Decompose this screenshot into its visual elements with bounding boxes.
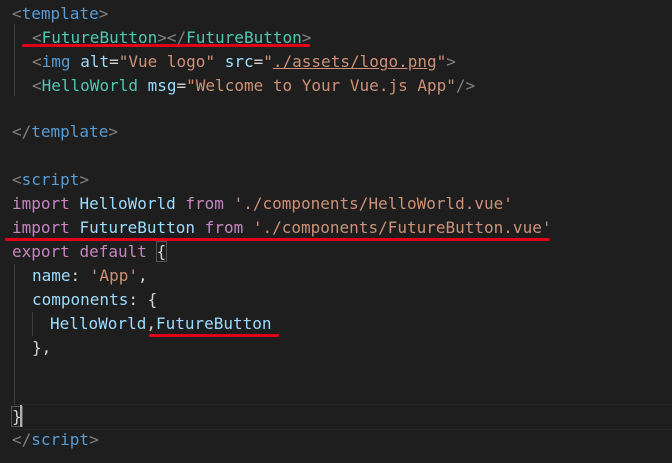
keyword-import: import xyxy=(12,194,70,213)
tag-bracket: > xyxy=(108,122,118,141)
code-line-12: name: 'App', xyxy=(0,264,672,288)
code-line-14: HelloWorld,FutureButton xyxy=(0,312,672,336)
annotation-underline xyxy=(5,238,550,241)
string-quote: " xyxy=(263,52,273,71)
colon: : xyxy=(70,266,90,285)
tag-name: template xyxy=(21,4,99,23)
tag-bracket: < xyxy=(32,76,42,95)
component-tag: HelloWorld xyxy=(41,76,138,95)
code-area[interactable]: <template> <FutureButton></FutureButton>… xyxy=(0,0,672,463)
equals: = xyxy=(109,52,119,71)
tag-bracket: /> xyxy=(455,76,476,95)
code-line-19: </script> xyxy=(0,428,672,452)
text-caret xyxy=(20,405,22,427)
code-line-6: </template> xyxy=(0,120,672,144)
close-brace: }, xyxy=(32,338,52,357)
string-value: 'App' xyxy=(89,266,138,285)
tag-name: template xyxy=(31,122,109,141)
attribute-name: alt xyxy=(80,52,110,71)
code-line-18: } xyxy=(0,405,672,429)
keyword-import: import xyxy=(12,218,70,237)
keyword-from: from xyxy=(204,218,244,237)
tag-bracket: </ xyxy=(12,122,32,141)
string-value: "Vue logo" xyxy=(118,52,216,71)
open-brace: { xyxy=(155,241,168,262)
comma: , xyxy=(146,314,156,333)
code-line-3: <img alt="Vue logo" src="./assets/logo.p… xyxy=(0,50,672,74)
annotation-underline xyxy=(149,334,279,337)
tag-bracket: > xyxy=(89,430,99,449)
property-key: components xyxy=(32,290,129,309)
tag-bracket: > xyxy=(98,4,109,23)
tag-bracket: < xyxy=(12,4,22,23)
annotation-underline xyxy=(22,44,310,47)
code-editor[interactable]: <template> <FutureButton></FutureButton>… xyxy=(0,0,672,463)
keyword-default: default xyxy=(79,242,147,261)
attribute-name: msg xyxy=(147,76,177,95)
property-key: name xyxy=(32,266,71,285)
tag-name: script xyxy=(31,430,90,449)
tag-name: img xyxy=(41,52,71,71)
keyword-export: export xyxy=(12,242,70,261)
colon: : xyxy=(128,290,148,309)
string-value: "Welcome to Your Vue.js App" xyxy=(186,76,456,95)
identifier: HelloWorld xyxy=(50,314,147,333)
code-line-10: import FutureButton from './components/F… xyxy=(0,216,672,240)
tag-bracket: > xyxy=(79,170,90,189)
tag-bracket: </ xyxy=(12,430,32,449)
identifier: FutureButton xyxy=(79,218,196,237)
equals: = xyxy=(253,52,264,71)
code-line-11: export default { xyxy=(0,240,672,264)
code-line-9: import HelloWorld from './components/Hel… xyxy=(0,192,672,216)
comma: , xyxy=(137,266,148,285)
string-link[interactable]: ./assets/logo.png xyxy=(273,52,437,71)
equals: = xyxy=(176,76,187,95)
tag-bracket: < xyxy=(12,170,22,189)
code-line-15: }, xyxy=(0,336,672,360)
open-brace: { xyxy=(147,290,158,309)
string-quote: " xyxy=(436,52,447,71)
code-line-1: <template> xyxy=(0,2,672,26)
tag-bracket: < xyxy=(32,52,42,71)
import-path: './components/FutureButton.vue' xyxy=(252,218,552,237)
tag-name: script xyxy=(21,170,80,189)
code-line-8: <script> xyxy=(0,168,672,192)
identifier: FutureButton xyxy=(155,314,272,333)
identifier: HelloWorld xyxy=(79,194,176,213)
code-line-13: components: { xyxy=(0,288,672,312)
attribute-name: src xyxy=(224,52,254,71)
keyword-from: from xyxy=(185,194,224,213)
import-path: './components/HelloWorld.vue' xyxy=(233,194,513,213)
code-line-4: <HelloWorld msg="Welcome to Your Vue.js … xyxy=(0,74,672,98)
tag-bracket: > xyxy=(446,52,456,71)
